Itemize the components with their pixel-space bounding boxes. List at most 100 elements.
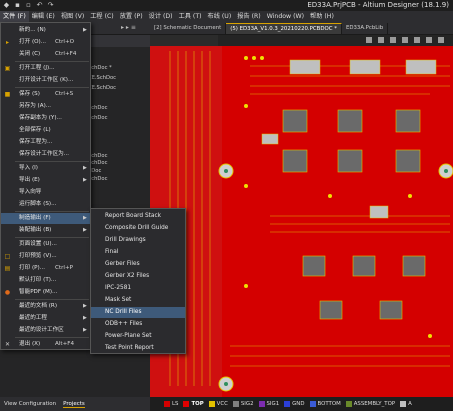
menu-item[interactable]: 布线 (U) xyxy=(205,11,235,22)
fabrication-output-item[interactable]: Mask Set xyxy=(91,295,185,306)
fabrication-output-item[interactable]: NC Drill Files xyxy=(91,307,185,318)
fabrication-output-item[interactable]: IPC-2581 xyxy=(91,283,185,294)
file-menu-item[interactable]: 装配输出 (B) ▶ xyxy=(1,225,90,236)
smart-pdf-icon: ● xyxy=(4,289,11,296)
layer-color-swatch xyxy=(284,401,291,407)
menu-item[interactable]: 设计 (D) xyxy=(146,11,176,22)
redo-icon[interactable]: ↷ xyxy=(46,1,55,9)
text-icon[interactable] xyxy=(426,37,432,43)
file-menu-item[interactable]: □ 打印预览 (V)... xyxy=(1,251,90,262)
project-document-item[interactable]: CE.SchDoc xyxy=(88,75,116,81)
file-menu-item[interactable]: 导入向导 xyxy=(1,187,90,198)
menu-item[interactable]: 文件 (F) xyxy=(0,11,29,22)
menu-separator xyxy=(15,87,89,88)
file-menu-item[interactable]: 新的... (N) ▶ xyxy=(1,25,90,36)
menu-item[interactable]: 帮助 (H) xyxy=(307,11,337,22)
file-menu-label: 新的... (N) xyxy=(19,27,46,33)
layer-tab[interactable]: TOP xyxy=(183,401,204,407)
document-tab[interactable]: ED33A.PcbLib xyxy=(342,23,389,34)
submenu-arrow-icon: ▶ xyxy=(83,303,87,309)
menu-item[interactable]: 工具 (T) xyxy=(176,11,205,22)
file-menu-item[interactable]: 运行脚本 (S)... xyxy=(1,199,90,210)
layer-tab[interactable]: SIG2 xyxy=(232,401,254,407)
file-menu-label: 导出 (E) xyxy=(19,177,40,183)
tab-view-configuration[interactable]: View Configuration xyxy=(4,401,56,407)
layer-color-swatch xyxy=(183,401,190,407)
file-menu-item[interactable]: 全部保存 (L) xyxy=(1,125,90,136)
fabrication-output-item[interactable]: Test Point Report xyxy=(91,343,185,354)
file-menu-item[interactable]: 制造输出 (F) ▶ xyxy=(1,213,90,224)
menu-item[interactable]: 放置 (P) xyxy=(117,11,146,22)
layer-tab[interactable]: GND xyxy=(284,401,305,407)
file-menu-item[interactable]: 导入 (I) ▶ xyxy=(1,163,90,174)
file-menu-item[interactable]: ▸ 打开 (O)... Ctrl+O xyxy=(1,37,90,48)
fabrication-output-item[interactable]: Power-Plane Set xyxy=(91,331,185,342)
select-icon[interactable] xyxy=(390,37,396,43)
menu-item[interactable]: 报告 (R) xyxy=(234,11,263,22)
tab-projects[interactable]: Projects xyxy=(63,401,85,408)
panel-bottom-tabs: View Configuration Projects xyxy=(0,397,150,411)
file-menu-item[interactable]: ✕ 退出 (X) Alt+F4 xyxy=(1,339,90,350)
tab-nav-icon[interactable]: ▸ ▸ ≡ xyxy=(121,24,136,31)
file-menu-item[interactable]: 默认打印 (T)... xyxy=(1,275,90,286)
line-icon[interactable] xyxy=(438,37,444,43)
route-icon[interactable] xyxy=(378,37,384,43)
undo-icon[interactable]: ↶ xyxy=(35,1,44,9)
layer-tab[interactable]: BOTTOM xyxy=(309,401,341,407)
submenu-arrow-icon: ▶ xyxy=(83,27,87,33)
file-menu-item[interactable]: 最近的设计工作区 ▶ xyxy=(1,325,90,336)
fabrication-output-item[interactable]: Gerber X2 Files xyxy=(91,271,185,282)
file-menu-item[interactable]: 最近的文档 (R) ▶ xyxy=(1,301,90,312)
submenu-arrow-icon: ▶ xyxy=(83,227,87,233)
file-menu-item[interactable]: 关闭 (C) Ctrl+F4 xyxy=(1,49,90,60)
file-menu-item[interactable]: 导出 (E) ▶ xyxy=(1,175,90,186)
file-menu-label: 打印预览 (V)... xyxy=(19,253,57,259)
file-menu-label: 制造输出 (F) xyxy=(19,215,51,221)
file-menu-item[interactable]: 打开设计工作区 (K)... xyxy=(1,75,90,86)
filter-icon[interactable] xyxy=(366,37,372,43)
file-menu-item[interactable]: 另存为 (A)... xyxy=(1,101,90,112)
layer-tab[interactable]: LS xyxy=(164,401,178,407)
layer-tab[interactable]: SIG1 xyxy=(258,401,279,407)
document-tab[interactable]: (5) ED33A_V1.0.3_20210220.PCBDOC * xyxy=(226,23,342,34)
file-menu-item[interactable]: ● 智能PDF (M)... xyxy=(1,287,90,298)
file-menu-item[interactable]: ▣ 打开工程 (J)... xyxy=(1,63,90,74)
file-menu-item[interactable]: 最近的工程 ▶ xyxy=(1,313,90,324)
menu-item[interactable]: 工程 (C) xyxy=(87,11,117,22)
pcb-canvas[interactable] xyxy=(150,46,453,397)
project-document-item[interactable]: SchDoc * xyxy=(88,65,112,71)
file-menu-item[interactable]: ■ 保存 (S) Ctrl+S xyxy=(1,89,90,100)
fabrication-output-item[interactable]: ODB++ Files xyxy=(91,319,185,330)
menu-item[interactable]: Window (W) xyxy=(264,11,307,22)
file-menu-label: 保存工程为... xyxy=(19,139,53,145)
fabrication-output-item[interactable]: Final xyxy=(91,247,185,258)
file-menu-item[interactable]: 保存副本为 (Y)... xyxy=(1,113,90,124)
file-menu-item[interactable]: 保存工程为... xyxy=(1,137,90,148)
project-document-item[interactable]: CE.SchDoc xyxy=(88,85,116,91)
fabrication-output-item[interactable]: Composite Drill Guide xyxy=(91,223,185,234)
layer-name: TOP xyxy=(191,401,204,407)
fabrication-output-item[interactable]: Report Board Stack xyxy=(91,211,185,222)
layer-tab[interactable]: VCC xyxy=(208,401,228,407)
open-quick-icon[interactable]: ▫ xyxy=(24,1,33,9)
layer-tab[interactable]: A xyxy=(400,401,412,407)
layer-tab[interactable]: ASSEMBLY_TOP xyxy=(345,401,395,407)
layer-name: A xyxy=(408,401,412,407)
document-tab[interactable]: [2] Schematic Document xyxy=(150,23,227,34)
app-logo-icon: ◆ xyxy=(3,1,10,9)
file-menu-item[interactable]: 页面设置 (U)... xyxy=(1,239,90,250)
file-menu-label: 最近的文档 (R) xyxy=(19,303,57,309)
file-menu-item[interactable]: ▤ 打印 (P)... Ctrl+P xyxy=(1,263,90,274)
place-icon[interactable] xyxy=(414,37,420,43)
save-quick-icon[interactable]: ▪ xyxy=(13,1,22,9)
shortcut-label: Ctrl+S xyxy=(55,91,74,97)
fabrication-output-item[interactable]: Drill Drawings xyxy=(91,235,185,246)
shortcut-label: Ctrl+F4 xyxy=(55,51,77,57)
fabrication-output-item[interactable]: Gerber Files xyxy=(91,259,185,270)
menu-item[interactable]: 编辑 (E) xyxy=(29,11,58,22)
layer-color-swatch xyxy=(208,401,215,407)
file-menu-item[interactable]: 保存设计工作区为... xyxy=(1,149,90,160)
align-icon[interactable] xyxy=(402,37,408,43)
layer-name: LS xyxy=(172,401,179,407)
menu-item[interactable]: 视图 (V) xyxy=(58,11,87,22)
